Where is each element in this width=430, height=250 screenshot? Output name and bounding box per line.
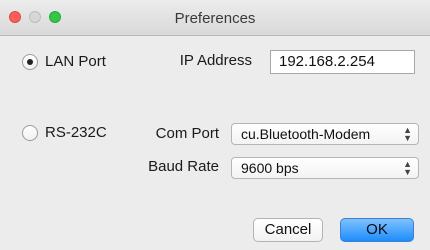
rs232c-label: RS-232C (45, 124, 107, 141)
title-bar: Preferences (0, 0, 430, 36)
select-arrows-icon: ▲ ▼ (403, 159, 412, 177)
com-port-label: Com Port (155, 125, 219, 142)
preferences-window: Preferences LAN Port IP Address 192.168.… (0, 0, 430, 250)
baud-rate-label: Baud Rate (148, 158, 219, 175)
lan-port-radio[interactable] (22, 53, 38, 70)
rs232c-radio[interactable] (22, 124, 38, 141)
com-port-select[interactable]: cu.Bluetooth-Modem ▲ ▼ (231, 123, 419, 145)
lan-port-option[interactable]: LAN Port (22, 53, 106, 70)
ok-button[interactable]: OK (340, 218, 414, 242)
cancel-button[interactable]: Cancel (253, 218, 323, 242)
ip-address-input[interactable]: 192.168.2.254 (270, 50, 415, 74)
baud-rate-value: 9600 bps (241, 160, 299, 176)
window-title: Preferences (174, 10, 256, 27)
baud-rate-select[interactable]: 9600 bps ▲ ▼ (231, 157, 419, 179)
ip-address-label: IP Address (179, 52, 252, 69)
com-port-value: cu.Bluetooth-Modem (241, 126, 371, 142)
rs232c-option[interactable]: RS-232C (22, 124, 107, 141)
select-arrows-icon: ▲ ▼ (403, 125, 412, 143)
lan-port-label: LAN Port (45, 53, 106, 70)
